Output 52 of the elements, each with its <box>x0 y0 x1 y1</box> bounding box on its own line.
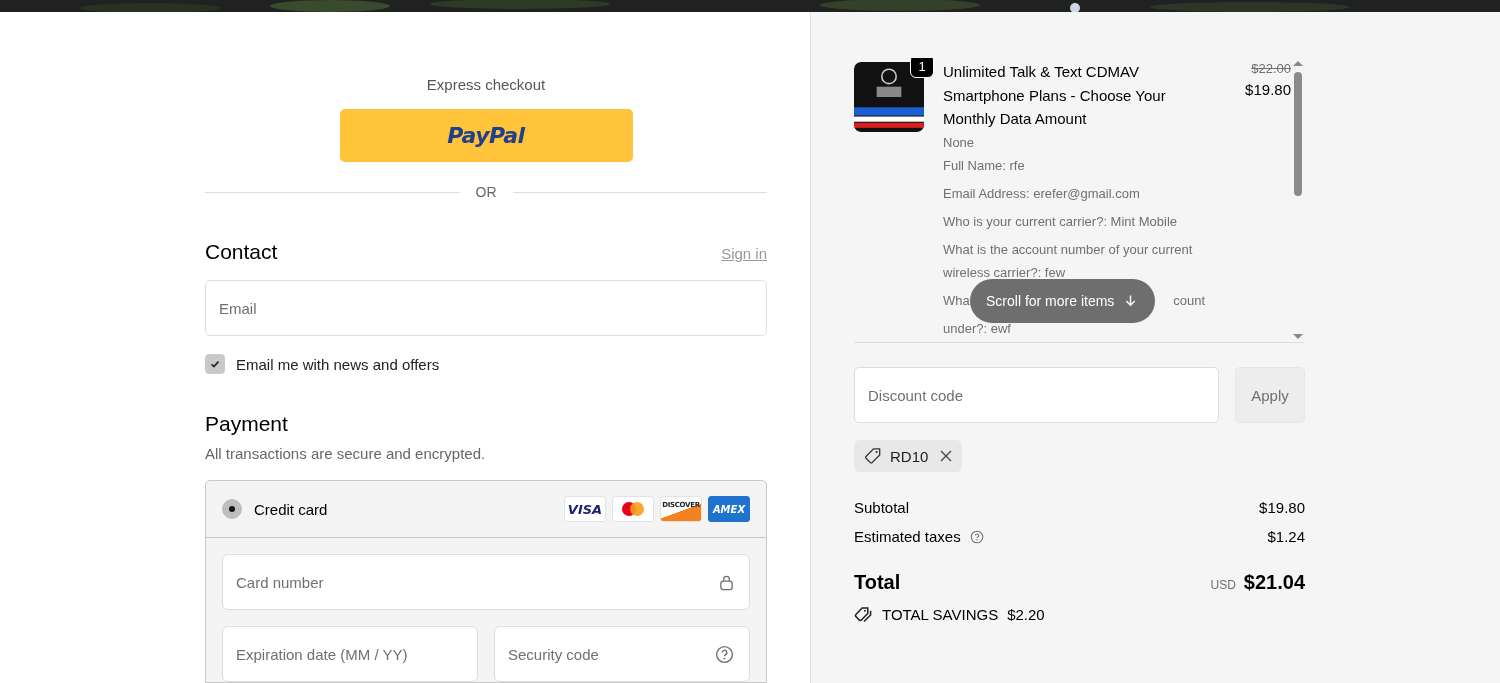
scroll-hint-button[interactable]: Scroll for more items <box>970 278 1156 323</box>
security-code-field[interactable]: Security code <box>494 626 750 682</box>
expiration-date-placeholder: Expiration date (MM / YY) <box>236 645 408 663</box>
sign-in-link[interactable]: Sign in <box>721 245 767 262</box>
expiration-date-field[interactable]: Expiration date (MM / YY) <box>222 626 478 682</box>
close-icon[interactable] <box>940 450 953 462</box>
contact-heading: Contact <box>205 240 278 264</box>
quantity-badge: 1 <box>910 58 934 78</box>
newsletter-checkbox[interactable] <box>205 354 225 374</box>
product-detail: Wha <box>943 291 970 310</box>
card-number-field[interactable]: Card number <box>222 554 750 610</box>
discount-code-field[interactable]: Discount code <box>854 367 1219 423</box>
or-divider-label: OR <box>474 184 498 200</box>
total-label: Total <box>854 571 901 594</box>
product-detail: Email Address: erefer@gmail.com <box>943 184 1141 203</box>
newsletter-label: Email me with news and offers <box>236 355 440 373</box>
card-number-placeholder: Card number <box>236 573 324 591</box>
total-amount: $21.04 <box>1243 571 1305 594</box>
summary-value: $1.24 <box>1267 528 1305 545</box>
checkmark-icon <box>209 358 221 370</box>
lock-icon <box>719 573 734 591</box>
radio-button[interactable] <box>222 499 242 519</box>
sale-price: $19.80 <box>1245 81 1291 98</box>
amex-logo: AMEX <box>708 496 750 522</box>
product-detail: count <box>1173 291 1205 310</box>
help-icon[interactable] <box>969 529 984 544</box>
summary-label: Estimated taxes <box>854 528 961 545</box>
product-detail: None <box>943 133 976 152</box>
express-checkout-label: Express checkout <box>426 76 546 93</box>
tag-icon <box>864 447 882 465</box>
down-arrow-icon <box>1124 294 1138 307</box>
payment-heading: Payment <box>205 412 289 436</box>
product-detail: Who is your current carrier?: Mint Mobile <box>943 212 1179 231</box>
summary-label: Subtotal <box>854 499 910 516</box>
summary-value: $19.80 <box>1259 499 1305 516</box>
product-detail: Full Name: rfe <box>943 156 1026 175</box>
original-price: $22.00 <box>1251 61 1291 76</box>
security-code-placeholder: Security code <box>508 645 599 663</box>
help-icon[interactable] <box>715 644 734 664</box>
payment-subtitle: All transactions are secure and encrypted. <box>205 445 487 462</box>
credit-card-label: Credit card <box>254 500 329 518</box>
total-savings-label: TOTAL SAVINGS <box>882 606 999 623</box>
product-title: Unlimited Talk & Text CDMAV Smartphone Plans - Choose Your Monthly Data Amount <box>943 62 1167 129</box>
email-field[interactable]: Email <box>205 280 767 336</box>
paypal-button[interactable]: PayPal <box>339 109 633 162</box>
visa-logo: VISA <box>564 496 606 522</box>
mastercard-logo <box>612 496 654 522</box>
currency-label: USD <box>1210 578 1236 592</box>
total-savings-value: $2.20 <box>1007 606 1045 623</box>
tags-icon <box>854 606 873 623</box>
discount-code: RD10 <box>890 447 929 465</box>
apply-button[interactable]: Apply <box>1235 367 1305 423</box>
